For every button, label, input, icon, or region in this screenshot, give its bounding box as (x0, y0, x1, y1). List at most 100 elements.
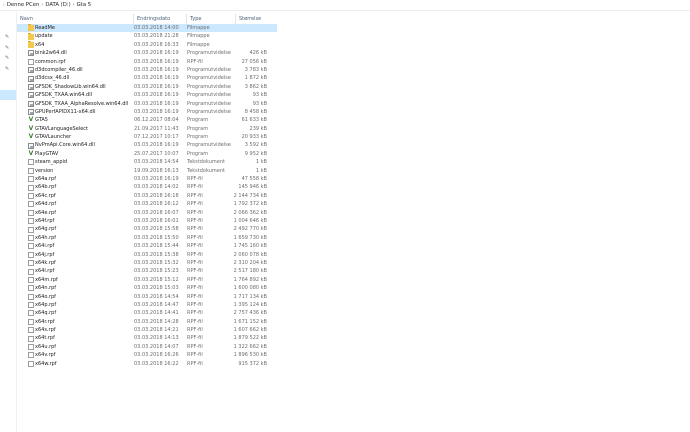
file-date: 03.03.2018 16:12 (134, 201, 179, 208)
table-row[interactable]: x64v.rpf 03.03.2018 16:26 RPF-fil 1 896 530… (17, 351, 277, 359)
breadcrumb-item-drive[interactable]: DATA (D:) (45, 2, 70, 8)
file-icon (28, 276, 34, 283)
file-size: 2 492 770 kB (233, 226, 267, 233)
gtav-icon: V (28, 124, 34, 132)
table-row[interactable]: x64o.rpf 03.03.2018 14:54 RPF-fil 1 717 134… (17, 293, 277, 301)
file-date: 03.03.2018 16:19 (134, 100, 179, 107)
file-name: PlayGTAV (35, 150, 59, 157)
table-row[interactable]: x64h.rpf 03.03.2018 15:50 RPF-fil 1 659 730… (17, 234, 277, 242)
file-size: 2 060 078 kB (233, 251, 267, 258)
table-row[interactable]: ReadMe 03.03.2018 14:00 Filmappe (17, 24, 277, 33)
table-row[interactable]: x64i.rpf 03.03.2018 15:44 RPF-fil 1 745 160… (17, 242, 277, 250)
file-icon (28, 352, 34, 359)
pin-icon[interactable]: ✎ (5, 56, 10, 61)
file-date: 25.07.2017 10:07 (134, 150, 179, 157)
file-size: 1 745 160 kB (233, 243, 267, 250)
file-name: d3dcompiler_46.dll (35, 66, 83, 73)
file-icon (28, 58, 34, 65)
table-row[interactable]: steam_appid 03.03.2018 14:54 Tekstdokument… (17, 158, 277, 166)
file-date: 03.03.2018 16:19 (134, 50, 179, 57)
table-row[interactable]: V GTAVLauncher 07.12.2017 10:17 Program 20 9… (17, 133, 277, 141)
table-row[interactable]: GFSDK_TXAA_AlphaResolve.win64.dll 03.03.2… (17, 100, 277, 108)
file-date: 03.03.2018 16:19 (134, 142, 179, 149)
file-name: version (35, 167, 54, 174)
file-date: 03.03.2018 16:18 (134, 192, 179, 199)
file-name: x64p.rpf (35, 301, 57, 308)
table-row[interactable]: x64m.rpf 03.03.2018 15:12 RPF-fil 1 764 892… (17, 276, 277, 284)
table-row[interactable]: x64s.rpf 03.03.2018 14:21 RPF-fil 1 607 662… (17, 326, 277, 334)
table-row[interactable]: x64u.rpf 03.03.2018 14:07 RPF-fil 1 322 662… (17, 343, 277, 351)
file-name: x64i.rpf (35, 243, 55, 250)
file-size: 145 946 kB (238, 184, 267, 191)
file-name: update (35, 33, 53, 40)
nav-selected-item[interactable] (0, 90, 16, 100)
folder-icon (28, 24, 34, 32)
table-row[interactable]: x64b.rpf 03.03.2018 14:02 RPF-fil 145 946 k… (17, 183, 277, 191)
table-row[interactable]: x64n.rpf 03.03.2018 15:03 RPF-fil 1 600 080… (17, 284, 277, 292)
table-row[interactable]: x64t.rpf 03.03.2018 14:13 RPF-fil 1 879 522… (17, 334, 277, 342)
file-name: x64m.rpf (35, 276, 58, 283)
table-row[interactable]: bink2w64.dll 03.03.2018 16:19 Programutvid… (17, 49, 277, 57)
table-row[interactable]: GFSDK_ShadowLib.win64.dll 03.03.2018 16:1… (17, 83, 277, 91)
table-row[interactable]: x64 03.03.2018 16:33 Filmappe (17, 40, 277, 49)
column-header-type[interactable]: Type (186, 14, 235, 24)
table-row[interactable]: d3dcsx_46.dll 03.03.2018 16:19 Programutvi… (17, 74, 277, 82)
table-row[interactable]: GFSDK_TXAA.win64.dll 03.03.2018 16:19 Prog… (17, 91, 277, 99)
pin-icon[interactable]: ✎ (5, 35, 10, 40)
table-row[interactable]: version 19.09.2018 16:13 Tekstdokument 1 kB (17, 167, 277, 175)
file-date: 03.03.2018 21:28 (134, 33, 179, 40)
column-header-date[interactable]: Endringsdato (133, 14, 186, 24)
chevron-right-icon[interactable]: › (3, 3, 5, 8)
table-row[interactable]: x64k.rpf 03.03.2018 15:32 RPF-fil 2 310 204… (17, 259, 277, 267)
breadcrumb-item-folder[interactable]: Gta 5 (77, 2, 91, 8)
breadcrumb: › Denne PCen › DATA (D:) › Gta 5 (0, 0, 690, 11)
table-row[interactable]: common.rpf 03.03.2018 16:19 RPF-fil 27 056 … (17, 58, 277, 66)
table-row[interactable]: x64c.rpf 03.03.2018 16:18 RPF-fil 2 144 734… (17, 192, 277, 200)
table-row[interactable]: x64d.rpf 03.03.2018 16:12 RPF-fil 1 792 372… (17, 200, 277, 208)
breadcrumb-item-this-pc[interactable]: Denne PCen (7, 2, 40, 8)
chevron-right-icon[interactable]: › (41, 2, 43, 8)
table-row[interactable]: V GTA5 06.12.2017 08:04 Program 61 633 kB (17, 116, 277, 124)
file-size: 93 kB (252, 92, 267, 99)
table-row[interactable]: x64w.rpf 03.03.2018 16:22 RPF-fil 915 372 k… (17, 360, 277, 368)
file-name: GTAVLauncher (35, 134, 72, 141)
file-icon (28, 285, 34, 292)
file-date: 03.03.2018 14:54 (134, 293, 179, 300)
file-name: d3dcsx_46.dll (35, 75, 70, 82)
table-row[interactable]: x64l.rpf 03.03.2018 15:23 RPF-fil 2 517 180… (17, 267, 277, 275)
table-row[interactable]: x64j.rpf 03.03.2018 15:38 RPF-fil 2 060 078… (17, 251, 277, 259)
pin-icon[interactable]: ✎ (5, 67, 10, 72)
column-header-name[interactable]: Navn (17, 14, 133, 24)
pin-icon[interactable]: ✎ (5, 46, 10, 51)
table-row[interactable]: d3dcompiler_46.dll 03.03.2018 16:19 Progra… (17, 66, 277, 74)
table-row[interactable]: GPUPerfAPIDX11-x64.dll 03.03.2018 16:19 Pr… (17, 108, 277, 116)
file-size: 2 310 204 kB (233, 259, 267, 266)
file-size: 2 517 180 kB (233, 268, 267, 275)
table-row[interactable]: x64f.rpf 03.03.2018 16:01 RPF-fil 1 004 646… (17, 217, 277, 225)
table-row[interactable]: x64g.rpf 03.03.2018 15:58 RPF-fil 2 492 770… (17, 225, 277, 233)
table-row[interactable]: V GTAVLanguageSelect 21.09.2017 11:43 Progr… (17, 125, 277, 133)
chevron-right-icon[interactable]: › (73, 2, 75, 8)
table-row[interactable]: x64r.rpf 03.03.2018 14:28 RPF-fil 1 671 152… (17, 318, 277, 326)
file-size: 1 872 kB (244, 75, 267, 82)
file-icon (28, 302, 34, 309)
table-row[interactable]: update 03.03.2018 21:28 Filmappe (17, 32, 277, 40)
column-header-size[interactable]: Størrelse (235, 14, 280, 24)
file-size (224, 41, 267, 49)
file-name: x64b.rpf (35, 184, 57, 191)
file-size: 2 144 734 kB (233, 192, 267, 199)
file-date: 07.12.2017 10:17 (134, 134, 179, 141)
gtav-icon: V (28, 116, 34, 124)
file-size: 1 kB (255, 159, 267, 166)
table-row[interactable]: V PlayGTAV 25.07.2017 10:07 Program 9 952 kB (17, 150, 277, 158)
file-date: 03.03.2018 15:44 (134, 243, 179, 250)
table-row[interactable]: x64a.rpf 03.03.2018 16:19 RPF-fil 47 558 kB (17, 175, 277, 183)
table-row[interactable]: x64p.rpf 03.03.2018 14:47 RPF-fil 1 395 124… (17, 301, 277, 309)
table-row[interactable]: NvPmApi.Core.win64.dll 03.03.2018 16:19 Pr… (17, 141, 277, 149)
file-name: GFSDK_TXAA.win64.dll (35, 92, 92, 99)
file-name: GTA5 (35, 117, 48, 124)
file-size: 1 717 134 kB (233, 293, 267, 300)
table-row[interactable]: x64q.rpf 03.03.2018 14:41 RPF-fil 2 757 436… (17, 309, 277, 317)
navigation-pane: ✎ ✎ ✎ ✎ (0, 11, 17, 432)
table-row[interactable]: x64e.rpf 03.03.2018 16:07 RPF-fil 2 066 362… (17, 209, 277, 217)
